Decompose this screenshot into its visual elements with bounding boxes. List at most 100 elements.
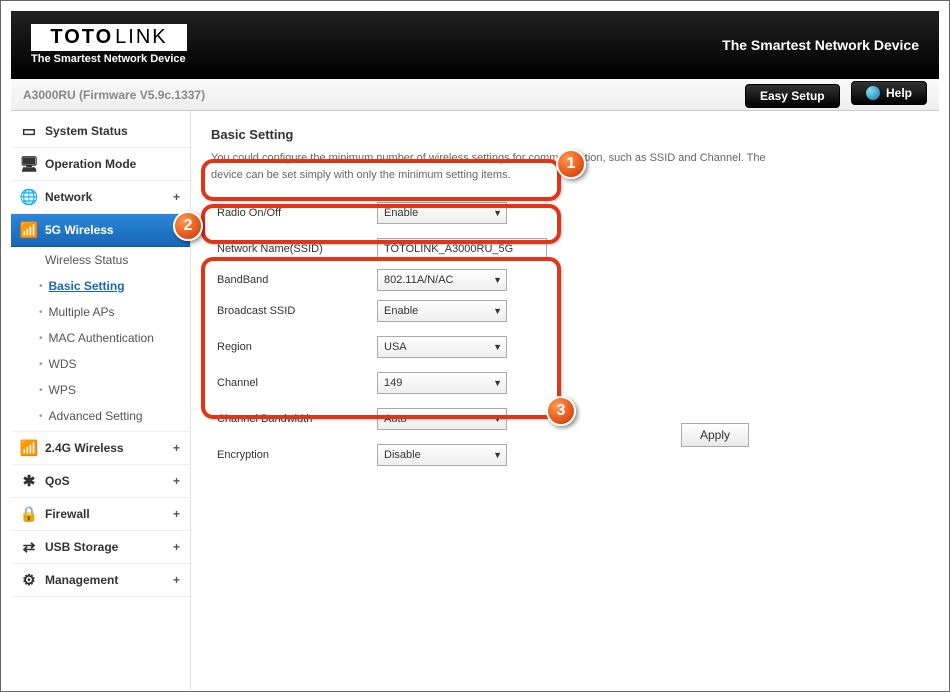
sidebar-item-label: Firewall — [45, 507, 90, 521]
bullet-icon: • — [39, 385, 43, 396]
row-region: Region USA▼ — [211, 329, 919, 365]
sidebar-sub-wireless-status[interactable]: Wireless Status — [11, 247, 190, 273]
logo-text: TOTO LINK — [31, 24, 187, 51]
sidebar-sub-label: Advanced Setting — [49, 409, 143, 423]
sidebar-sub-label: Multiple APs — [49, 305, 115, 319]
help-label: Help — [886, 86, 912, 100]
apply-button[interactable]: Apply — [681, 423, 749, 447]
expand-icon: + — [173, 540, 180, 554]
label-channel: Channel — [217, 377, 377, 389]
sidebar-item-qos[interactable]: ✱ QoS + — [11, 465, 190, 498]
header-slogan: The Smartest Network Device — [722, 37, 919, 53]
select-bandwidth[interactable]: Auto▼ — [377, 408, 507, 430]
select-value: Disable — [384, 449, 421, 461]
sidebar-sub-label: Basic Setting — [49, 279, 125, 293]
bullet-icon: • — [39, 333, 43, 344]
logo: TOTO LINK The Smartest Network Device — [31, 24, 187, 65]
label-radio: Radio On/Off — [217, 207, 377, 219]
wifi-icon: 📶 — [21, 222, 37, 238]
chevron-down-icon: ▼ — [493, 378, 502, 388]
help-button[interactable]: Help — [851, 81, 927, 105]
sidebar-sub-multiple-aps[interactable]: • Multiple APs — [11, 299, 190, 325]
label-band: BandBand — [217, 274, 377, 286]
chevron-down-icon: ▼ — [493, 275, 502, 285]
select-value: USA — [384, 341, 407, 353]
sidebar-sub-basic-setting[interactable]: • Basic Setting — [11, 273, 190, 299]
status-icon: ▭ — [21, 123, 37, 139]
sidebar-sub-label: WPS — [49, 383, 76, 397]
expand-icon: + — [173, 190, 180, 204]
logo-light: LINK — [115, 26, 167, 49]
select-region[interactable]: USA ▼ — [377, 336, 507, 358]
firmware-label: A3000RU (Firmware V5.9c.1337) — [23, 88, 205, 102]
content-panel: Basic Setting You could configure the mi… — [191, 111, 939, 690]
sidebar-item-firewall[interactable]: 🔒 Firewall + — [11, 498, 190, 531]
sidebar-sub-label: WDS — [49, 357, 77, 371]
sidebar-item-label: Network — [45, 190, 92, 204]
body: ▭ System Status 🖥 Operation Mode 🌐 Netwo… — [11, 111, 939, 690]
bullet-icon: • — [39, 281, 43, 292]
sidebar-sub-wds[interactable]: •WDS — [11, 351, 190, 377]
sidebar-item-label: Operation Mode — [45, 157, 136, 171]
sidebar-sub-mac-auth[interactable]: • MAC Authentication — [11, 325, 190, 351]
label-broadcast: Broadcast SSID — [217, 305, 377, 317]
row-broadcast: Broadcast SSID Enable▼ — [211, 293, 919, 329]
expand-icon: + — [173, 441, 180, 455]
row-encryption: Encryption Disable▼ — [211, 437, 919, 473]
toolbar-right: Easy Setup Help — [737, 81, 927, 108]
apply-label: Apply — [700, 428, 730, 442]
sidebar-sub-advanced[interactable]: • Advanced Setting — [11, 403, 190, 432]
sidebar-item-operation-mode[interactable]: 🖥 Operation Mode — [11, 148, 190, 181]
select-channel[interactable]: 149 ▼ — [377, 372, 507, 394]
expand-icon: + — [173, 474, 180, 488]
sidebar-item-label: Management — [45, 573, 118, 587]
chevron-down-icon: ▼ — [493, 342, 502, 352]
row-radio: Radio On/Off Enable ▼ — [211, 195, 919, 231]
network-icon: 🌐 — [21, 189, 37, 205]
label-bandwidth: Channel Bandwidth — [217, 413, 377, 425]
select-radio[interactable]: Enable ▼ — [377, 202, 507, 224]
select-encryption[interactable]: Disable▼ — [377, 444, 507, 466]
easy-setup-button[interactable]: Easy Setup — [745, 84, 840, 108]
chevron-down-icon: ▼ — [493, 306, 502, 316]
row-bandwidth: Channel Bandwidth Auto▼ — [211, 401, 919, 437]
page-hint: You could configure the minimum number o… — [211, 150, 771, 183]
sidebar-item-5g-wireless[interactable]: 📶 5G Wireless – — [11, 214, 190, 247]
input-value: TOTOLINK_A3000RU_5G — [384, 243, 513, 255]
sidebar-item-label: 5G Wireless — [45, 223, 114, 237]
logo-subtitle: The Smartest Network Device — [31, 53, 187, 65]
select-value: Enable — [384, 207, 418, 219]
sidebar-item-usb-storage[interactable]: ⇄ USB Storage + — [11, 531, 190, 564]
chevron-down-icon: ▼ — [493, 208, 502, 218]
select-value: 802.11A/N/AC — [384, 274, 454, 286]
collapse-icon: – — [173, 223, 180, 237]
select-band[interactable]: 802.11A/N/AC ▼ — [377, 269, 507, 291]
expand-icon: + — [173, 507, 180, 521]
sidebar-item-network[interactable]: 🌐 Network + — [11, 181, 190, 214]
sidebar-item-24g-wireless[interactable]: 📶 2.4G Wireless + — [11, 432, 190, 465]
sidebar-item-label: USB Storage — [45, 540, 118, 554]
bullet-icon: • — [39, 411, 43, 422]
sidebar-item-system-status[interactable]: ▭ System Status — [11, 115, 190, 148]
logo-bold: TOTO — [50, 26, 113, 49]
input-ssid[interactable]: TOTOLINK_A3000RU_5G — [377, 238, 547, 260]
sidebar-sub-label: MAC Authentication — [49, 331, 154, 345]
sidebar-item-label: QoS — [45, 474, 70, 488]
row-channel: Channel 149 ▼ — [211, 365, 919, 401]
label-ssid: Network Name(SSID) — [217, 243, 377, 255]
select-broadcast[interactable]: Enable▼ — [377, 300, 507, 322]
sidebar-sub-label: Wireless Status — [45, 253, 128, 267]
label-encryption: Encryption — [217, 449, 377, 461]
row-band: BandBand 802.11A/N/AC ▼ — [211, 267, 919, 293]
gear-icon: ⚙ — [21, 572, 37, 588]
sidebar-item-management[interactable]: ⚙ Management + — [11, 564, 190, 597]
app-window: TOTO LINK The Smartest Network Device Th… — [0, 0, 950, 692]
mode-icon: 🖥 — [21, 156, 37, 172]
page-title: Basic Setting — [211, 127, 919, 142]
sidebar-sub-wps[interactable]: • WPS — [11, 377, 190, 403]
toolbar: A3000RU (Firmware V5.9c.1337) Easy Setup… — [11, 79, 939, 111]
bullet-icon: • — [39, 307, 43, 318]
select-value: 149 — [384, 377, 402, 389]
expand-icon: + — [173, 573, 180, 587]
usb-icon: ⇄ — [21, 539, 37, 555]
